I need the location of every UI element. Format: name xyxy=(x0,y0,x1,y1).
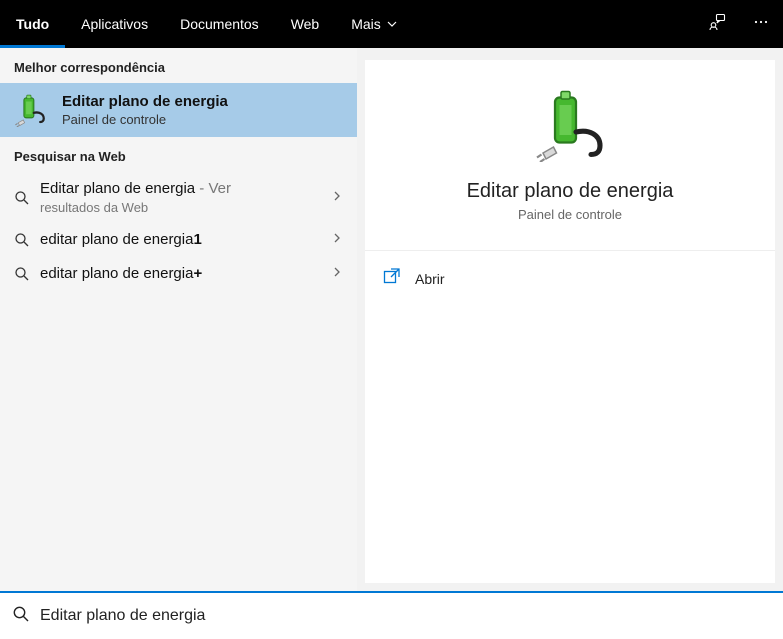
web-result-text: editar plano de energia1 xyxy=(40,231,331,249)
detail-title: Editar plano de energia xyxy=(467,180,674,203)
web-result-item[interactable]: editar plano de energia1 xyxy=(0,223,357,257)
detail-pane: Editar plano de energia Painel de contro… xyxy=(365,60,775,583)
web-result-primary: editar plano de energia xyxy=(40,231,193,248)
tab-label: Aplicativos xyxy=(81,16,148,32)
search-icon xyxy=(12,605,30,628)
tab-tudo[interactable]: Tudo xyxy=(0,0,65,48)
power-plan-icon xyxy=(14,93,48,127)
best-match-text: Editar plano de energia Painel de contro… xyxy=(62,93,228,127)
content-area: Melhor correspondência Editar plano de e… xyxy=(0,48,783,591)
chevron-down-icon xyxy=(387,16,397,32)
search-icon xyxy=(14,266,40,282)
web-result-text: Editar plano de energia - Ver resultados… xyxy=(40,180,331,215)
more-options-button[interactable] xyxy=(739,0,783,48)
web-result-secondary: 1 xyxy=(193,231,201,248)
web-result-primary: Editar plano de energia xyxy=(40,180,195,197)
web-result-secondary: + xyxy=(193,265,202,282)
top-tab-bar: Tudo Aplicativos Documentos Web Mais xyxy=(0,0,783,48)
web-result-item[interactable]: Editar plano de energia - Ver resultados… xyxy=(0,172,357,223)
web-search-header: Pesquisar na Web xyxy=(0,137,357,172)
detail-subtitle: Painel de controle xyxy=(518,207,622,222)
chevron-right-icon xyxy=(331,265,343,283)
open-action[interactable]: Abrir xyxy=(365,251,775,306)
web-result-sub: resultados da Web xyxy=(40,200,331,215)
tab-label: Mais xyxy=(351,16,381,32)
open-icon xyxy=(383,267,401,290)
best-match-header: Melhor correspondência xyxy=(0,48,357,83)
web-result-item[interactable]: editar plano de energia+ xyxy=(0,257,357,291)
web-result-secondary: - Ver xyxy=(195,180,231,197)
search-icon xyxy=(14,190,40,206)
feedback-button[interactable] xyxy=(695,0,739,48)
tab-label: Web xyxy=(291,16,320,32)
search-bar[interactable] xyxy=(0,591,783,639)
search-icon xyxy=(14,232,40,248)
best-match-subtitle: Painel de controle xyxy=(62,112,228,127)
power-plan-icon-large xyxy=(534,90,606,162)
top-spacer xyxy=(413,0,695,48)
tab-aplicativos[interactable]: Aplicativos xyxy=(65,0,164,48)
tab-label: Tudo xyxy=(16,16,49,32)
tab-web[interactable]: Web xyxy=(275,0,336,48)
search-input[interactable] xyxy=(40,607,771,625)
detail-header: Editar plano de energia Painel de contro… xyxy=(365,60,775,251)
person-feedback-icon xyxy=(708,13,726,36)
tabs-container: Tudo Aplicativos Documentos Web Mais xyxy=(0,0,413,48)
tab-label: Documentos xyxy=(180,16,259,32)
top-actions xyxy=(695,0,783,48)
tab-documentos[interactable]: Documentos xyxy=(164,0,275,48)
ellipsis-icon xyxy=(753,14,769,35)
chevron-right-icon xyxy=(331,189,343,207)
web-result-primary: editar plano de energia xyxy=(40,265,193,282)
best-match-title: Editar plano de energia xyxy=(62,93,228,110)
results-pane: Melhor correspondência Editar plano de e… xyxy=(0,48,357,591)
tab-mais[interactable]: Mais xyxy=(335,0,413,48)
open-action-label: Abrir xyxy=(415,271,445,287)
chevron-right-icon xyxy=(331,231,343,249)
best-match-item[interactable]: Editar plano de energia Painel de contro… xyxy=(0,83,357,137)
web-result-text: editar plano de energia+ xyxy=(40,265,331,283)
